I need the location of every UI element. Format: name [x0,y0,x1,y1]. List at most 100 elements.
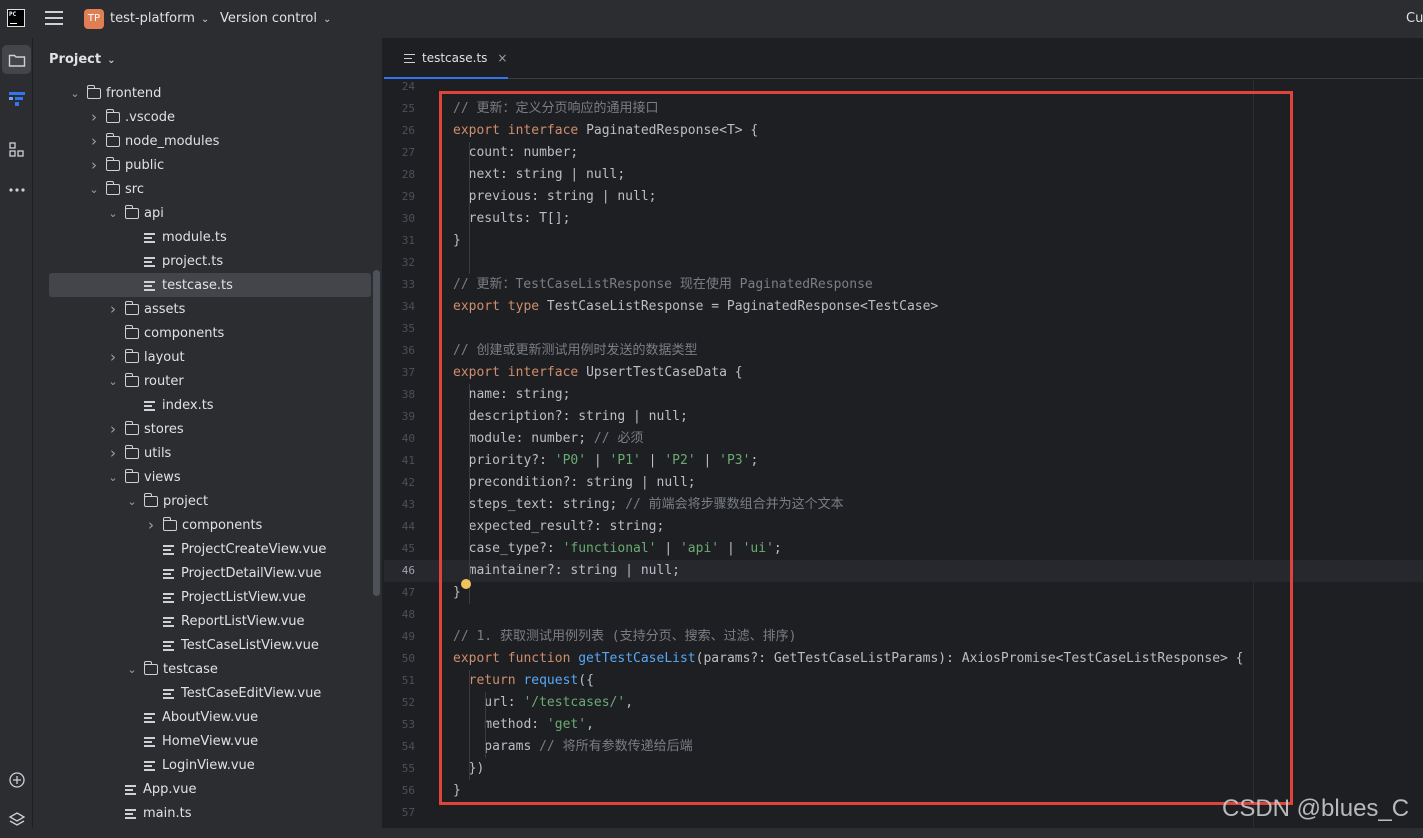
chevron-right-icon[interactable]: › [107,348,119,366]
code-line[interactable]: 52 url: '/testcases/', [384,692,1423,714]
tree-file[interactable]: main.ts [49,801,371,825]
code-line[interactable]: 28 next: string | null; [384,164,1423,186]
structure-icon[interactable] [2,135,31,164]
tree-file[interactable]: ReportListView.vue [49,609,371,633]
tree-folder[interactable]: › stores [49,417,371,441]
project-badge[interactable]: TP [84,9,104,29]
code-line[interactable]: 47} [384,582,1423,604]
code-line[interactable]: 46 maintainer?: string | null; [384,560,1423,582]
tree-file[interactable]: AboutView.vue [49,705,371,729]
project-switcher[interactable]: test-platform ⌄ [110,11,209,26]
tree-folder[interactable]: components [49,321,371,345]
tree-folder[interactable]: › .vscode [49,105,371,129]
tree-folder[interactable]: › public [49,153,371,177]
tree-file[interactable]: ProjectListView.vue [49,585,371,609]
tree-folder[interactable]: ⌄ router [49,369,371,393]
tree-folder[interactable]: ⌄ project [49,489,371,513]
chevron-down-icon[interactable]: ⌄ [69,87,81,100]
tree-file[interactable]: TestCaseListView.vue [49,633,371,657]
code-line[interactable]: 25 // 更新：定义分页响应的通用接口 [384,98,1423,120]
chevron-down-icon[interactable]: ⌄ [88,183,100,196]
indent-guide [469,142,470,274]
code-line[interactable]: 41 priority?: 'P0' | 'P1' | 'P2' | 'P3'; [384,450,1423,472]
code-line[interactable]: 37 export interface UpsertTestCaseData { [384,362,1423,384]
code-line[interactable]: 26 export interface PaginatedResponse<T> … [384,120,1423,142]
tree-file[interactable]: project.ts [49,249,371,273]
project-tree-scrollbar[interactable] [373,270,380,596]
chevron-right-icon[interactable]: › [88,156,100,174]
tree-folder[interactable]: › assets [49,297,371,321]
code-text: case_type?: 'functional' | 'api' | 'ui'; [453,538,782,560]
tree-folder[interactable]: › node_modules [49,129,371,153]
tree-file[interactable]: App.vue [49,777,371,801]
tree-file[interactable]: ProjectCreateView.vue [49,537,371,561]
titlebar-right-truncated[interactable]: Cu [1406,11,1423,26]
python-console-icon[interactable] [2,765,31,794]
chevron-down-icon[interactable]: ⌄ [107,207,119,220]
code-line[interactable]: 24 [384,76,1423,98]
code-line[interactable]: 34 export type TestCaseListResponse = Pag… [384,296,1423,318]
structure-plugin-icon[interactable] [2,84,31,113]
tree-file[interactable]: module.ts [49,225,371,249]
tree-folder[interactable]: ⌄ api [49,201,371,225]
tree-item-label: ProjectDetailView.vue [181,565,322,581]
version-control-menu[interactable]: Version control ⌄ [220,11,331,26]
more-tools-icon[interactable] [2,175,31,204]
tree-folder[interactable]: › utils [49,441,371,465]
tree-folder[interactable]: ⌄ views [49,465,371,489]
chevron-right-icon[interactable]: › [107,300,119,318]
code-line[interactable]: 50 export function getTestCaseList(params… [384,648,1423,670]
tree-file[interactable]: HomeView.vue [49,729,371,753]
pycharm-logo-icon[interactable]: PC [7,9,25,27]
chevron-right-icon[interactable]: › [88,108,100,126]
tree-file[interactable]: testcase.ts [49,273,371,297]
tree-folder[interactable]: › components [49,513,371,537]
code-line[interactable]: 51 return request({ [384,670,1423,692]
file-lines-icon [125,807,137,819]
tree-item-label: ProjectListView.vue [181,589,306,605]
chevron-down-icon[interactable]: ⌄ [107,471,119,484]
tree-file[interactable]: TestCaseEditView.vue [49,681,371,705]
code-line[interactable]: 42 precondition?: string | null; [384,472,1423,494]
code-line[interactable]: 49 // 1. 获取测试用例列表 (支持分页、搜索、过滤、排序) [384,626,1423,648]
code-line[interactable]: 29 previous: string | null; [384,186,1423,208]
chevron-right-icon[interactable]: › [88,132,100,150]
close-tab-icon[interactable]: × [497,51,507,65]
code-line[interactable]: 44 expected_result?: string; [384,516,1423,538]
code-line[interactable]: 27 count: number; [384,142,1423,164]
code-line[interactable]: 38 name: string; [384,384,1423,406]
code-line[interactable]: 55 }) [384,758,1423,780]
tab-testcase-ts[interactable]: testcase.ts × [384,38,508,79]
project-folder-icon[interactable] [2,45,31,74]
chevron-right-icon[interactable]: › [107,420,119,438]
code-line[interactable]: 43 steps_text: string; // 前端会将步骤数组合并为这个文… [384,494,1423,516]
tree-file[interactable]: index.ts [49,393,371,417]
code-line[interactable]: 48 [384,604,1423,626]
code-line[interactable]: 35 [384,318,1423,340]
project-panel-header[interactable]: Project ⌄ [49,52,115,67]
code-line[interactable]: 53 method: 'get', [384,714,1423,736]
tree-file[interactable]: ProjectDetailView.vue [49,561,371,585]
code-line[interactable]: 45 case_type?: 'functional' | 'api' | 'u… [384,538,1423,560]
code-line[interactable]: 30 results: T[]; [384,208,1423,230]
main-menu-icon[interactable] [45,11,63,25]
code-line[interactable]: 39 description?: string | null; [384,406,1423,428]
chevron-down-icon[interactable]: ⌄ [126,495,138,508]
tree-folder[interactable]: ⌄ frontend [49,81,371,105]
tree-folder[interactable]: ⌄ src [49,177,371,201]
code-line[interactable]: 33 // 更新：TestCaseListResponse 现在使用 Pagina… [384,274,1423,296]
tree-folder[interactable]: › layout [49,345,371,369]
code-line[interactable]: 31} [384,230,1423,252]
tree-folder[interactable]: ⌄ testcase [49,657,371,681]
chevron-down-icon[interactable]: ⌄ [126,663,138,676]
code-area[interactable]: 24 25 // 更新：定义分页响应的通用接口 26 export interface … [384,80,1423,838]
code-line[interactable]: 32 [384,252,1423,274]
lightbulb-icon[interactable] [461,579,471,589]
chevron-right-icon[interactable]: › [145,516,157,534]
code-line[interactable]: 36 // 创建或更新测试用例时发送的数据类型 [384,340,1423,362]
chevron-right-icon[interactable]: › [107,444,119,462]
code-line[interactable]: 54 params // 将所有参数传递给后端 [384,736,1423,758]
chevron-down-icon[interactable]: ⌄ [107,375,119,388]
code-line[interactable]: 40 module: number; // 必须 [384,428,1423,450]
tree-file[interactable]: LoginView.vue [49,753,371,777]
